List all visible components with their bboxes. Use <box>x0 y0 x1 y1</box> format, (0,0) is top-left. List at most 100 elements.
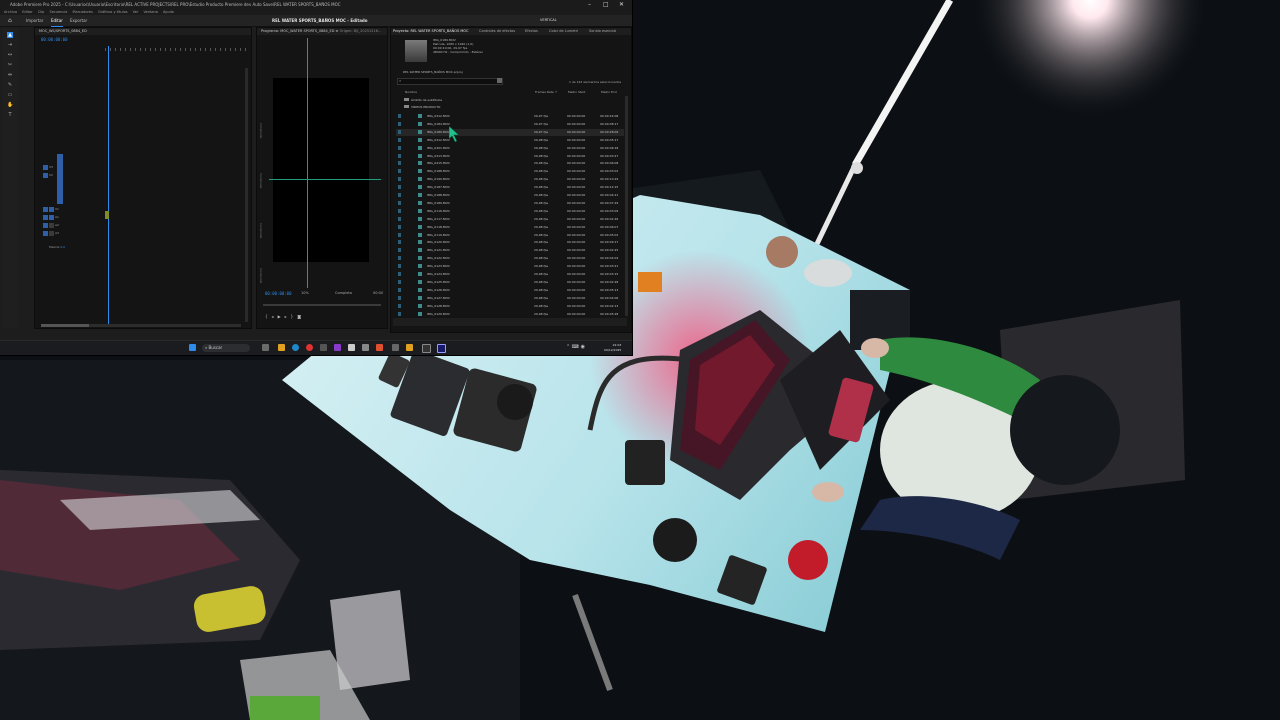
program-tab[interactable]: Programa: MOC_WATER SPORTS_0884_ED ≡ Ori… <box>257 28 387 35</box>
label-color-swatch[interactable] <box>398 272 401 276</box>
list-item[interactable]: IMG_0125.MOV 29,98 fps 00:00:00:00 00:00:02… <box>396 279 624 286</box>
list-item[interactable]: IMG_0124.MOV 29,98 fps 00:00:00:00 00:00:03… <box>396 271 624 278</box>
label-color-swatch[interactable] <box>398 177 401 182</box>
tab-edit[interactable]: Editar <box>51 15 63 27</box>
list-item[interactable]: IMG_0189.MOV 29,98 fps 00:00:00:00 00:00:07… <box>396 200 624 207</box>
col-frame-rate[interactable]: Frames Rate ↑ <box>535 90 557 94</box>
label-color-swatch[interactable] <box>398 311 401 316</box>
menu-clip[interactable]: Clip <box>38 10 45 14</box>
zoom-select[interactable]: 10% <box>301 291 309 295</box>
track-a3[interactable]: A3 <box>43 230 59 236</box>
type-tool-icon[interactable]: T <box>7 112 13 118</box>
track-a2[interactable]: A2 <box>43 222 59 228</box>
list-item[interactable]: IMG_0184.MOV 29,97 fps 00:00:00:00 00:00:08… <box>396 121 624 128</box>
list-item[interactable]: IMG_0412.MOV 29,98 fps 00:00:00:00 00:00:05… <box>396 137 624 144</box>
premiere-icon[interactable] <box>437 344 446 353</box>
folder-videos[interactable]: VÍDEOS PRODUCTO <box>404 105 440 109</box>
list-item[interactable]: IMG_0412.MOV 29,97 fps 00:00:00:00 00:00:24… <box>396 113 624 120</box>
list-item[interactable]: IMG_0413.MOV 29,98 fps 00:00:00:00 00:00:03… <box>396 153 624 160</box>
clip-marker[interactable] <box>105 211 109 219</box>
label-color-swatch[interactable] <box>398 193 401 197</box>
app-icon-3[interactable] <box>348 344 355 351</box>
list-item[interactable]: IMG_0123.MOV 29,98 fps 00:00:00:00 00:00:03… <box>396 263 624 270</box>
col-media-end[interactable]: Medio End <box>601 90 617 94</box>
col-media-start[interactable]: Medio Start <box>568 90 585 94</box>
label-color-swatch[interactable] <box>398 264 401 269</box>
list-item[interactable]: IMG_0401.MOV 29,98 fps 00:00:00:00 00:00:06… <box>396 145 624 152</box>
folder-subtitles[interactable]: Ámbito de subtítulos <box>404 98 442 102</box>
play-icon[interactable]: ▶ <box>278 314 285 319</box>
label-color-swatch[interactable] <box>398 121 401 126</box>
app-icon-6[interactable] <box>392 344 399 351</box>
timeline-scrollbar[interactable] <box>245 68 248 322</box>
app-icon-5[interactable] <box>376 344 383 351</box>
maximize-button[interactable]: □ <box>603 0 609 9</box>
label-color-swatch[interactable] <box>398 224 401 229</box>
export-frame-icon[interactable]: ◙ <box>297 314 305 319</box>
label-color-swatch[interactable] <box>398 256 401 261</box>
label-color-swatch[interactable] <box>398 169 401 174</box>
track-v2[interactable]: V2 <box>43 172 53 178</box>
label-color-swatch[interactable] <box>398 303 401 308</box>
hand-tool-icon[interactable]: ✋ <box>7 102 13 108</box>
list-item[interactable]: IMG_0189.MOV 29,97 fps 00:00:00:00 00:00:28… <box>396 128 624 136</box>
list-item[interactable]: IMG_0187.MOV 29,98 fps 00:00:00:00 00:00:14… <box>396 184 624 191</box>
selection-tool-icon[interactable]: ▲ <box>7 32 13 38</box>
razor-tool-icon[interactable]: ✂ <box>7 62 13 68</box>
vertical-guide[interactable] <box>307 38 308 288</box>
rectangle-tool-icon[interactable]: ▭ <box>7 92 13 98</box>
label-color-swatch[interactable] <box>398 137 401 142</box>
list-item[interactable]: IMG_0128.MOV 29,98 fps 00:00:00:00 00:00:02… <box>396 303 624 310</box>
taskbar-search[interactable]: ⌕ Buscar <box>202 344 250 352</box>
label-color-swatch[interactable] <box>398 240 401 245</box>
pen-tool-icon[interactable]: ✎ <box>7 82 13 88</box>
timeline-tab[interactable]: MOC_WS/SPORTS_0884_ED <box>35 28 251 35</box>
menu-view[interactable]: Ver <box>133 10 139 14</box>
menu-edit[interactable]: Editar <box>22 10 32 14</box>
list-item[interactable]: IMG_0415.MOV 29,98 fps 00:00:00:00 00:00:06… <box>396 160 624 167</box>
clip-thumbnail[interactable] <box>405 40 427 62</box>
edge-icon[interactable] <box>292 344 299 351</box>
list-item[interactable]: IMG_0188.MOV 29,98 fps 00:00:00:00 00:00:04… <box>396 192 624 199</box>
project-scrollbar[interactable] <box>625 96 628 316</box>
list-item[interactable]: IMG_0117.MOV 29,98 fps 00:00:00:00 00:00:02… <box>396 216 624 223</box>
menu-markers[interactable]: Marcadores <box>73 10 93 14</box>
mix-track[interactable]: Mezcla 0,0 <box>49 244 65 250</box>
label-color-swatch[interactable] <box>398 200 401 205</box>
close-button[interactable]: ✕ <box>619 0 624 9</box>
program-timecode[interactable]: 00:00:00:00 <box>265 291 292 296</box>
app-icon-7[interactable] <box>406 344 413 351</box>
list-item[interactable]: IMG_0127.MOV 29,98 fps 00:00:00:00 00:00:04… <box>396 295 624 302</box>
tab-project[interactable]: Proyecto: REL WATER SPORTS_BAÑOS MOC <box>393 28 469 35</box>
app-icon-2[interactable] <box>334 344 341 351</box>
list-item[interactable]: IMG_0129.MOV 29,98 fps 00:00:00:00 00:00:05… <box>396 311 624 318</box>
task-view-icon[interactable] <box>262 344 269 351</box>
label-color-swatch[interactable] <box>398 216 401 221</box>
tab-lumetri[interactable]: Color de Lumetri <box>549 28 578 35</box>
menu-help[interactable]: Ayuda <box>163 10 174 14</box>
track-v1[interactable]: V1 <box>43 206 59 212</box>
ripple-edit-icon[interactable]: ↔ <box>7 52 13 58</box>
windows-start-icon[interactable] <box>189 344 196 351</box>
list-item[interactable]: IMG_0126.MOV 29,98 fps 00:00:00:00 00:00:05… <box>396 287 624 294</box>
col-name[interactable]: Nombre <box>405 90 417 94</box>
label-color-swatch[interactable] <box>398 145 401 150</box>
horizontal-guide[interactable] <box>269 179 381 180</box>
tab-effects[interactable]: Efectos <box>525 28 538 35</box>
label-color-swatch[interactable] <box>398 248 401 253</box>
menu-window[interactable]: Ventana <box>144 10 158 14</box>
label-color-swatch[interactable] <box>398 295 401 300</box>
tab-export[interactable]: Exportar <box>70 15 87 26</box>
tab-effect-controls[interactable]: Controles de efectos <box>479 28 515 35</box>
quality-select[interactable]: Completa <box>335 291 352 295</box>
label-color-swatch[interactable] <box>398 279 401 284</box>
playhead[interactable] <box>108 46 109 326</box>
track-v3[interactable]: V3 <box>43 164 53 170</box>
menu-sequence[interactable]: Secuencia <box>49 10 67 14</box>
label-color-swatch[interactable] <box>398 185 401 190</box>
tab-import[interactable]: Importar <box>26 15 43 26</box>
list-item[interactable]: IMG_0122.MOV 29,98 fps 00:00:00:00 00:00:04… <box>396 255 624 262</box>
list-item[interactable]: IMG_0190.MOV 29,98 fps 00:00:00:00 00:00:10… <box>396 176 624 183</box>
chrome-icon[interactable] <box>306 344 313 351</box>
label-color-swatch[interactable] <box>398 232 401 237</box>
